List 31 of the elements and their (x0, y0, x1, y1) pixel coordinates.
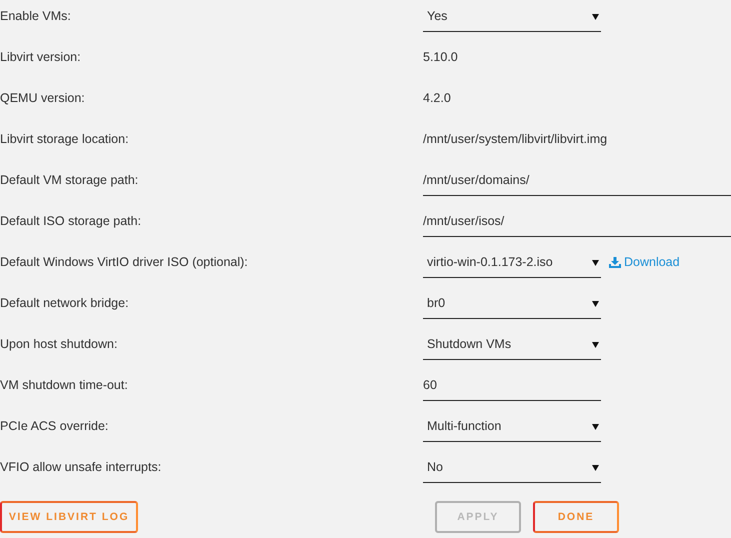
setting-label: Enable VMs: (0, 8, 72, 26)
setting-value: /mnt/user/system/libvirt/libvirt.img (423, 131, 608, 148)
setting-label: VM shutdown time-out: (0, 377, 129, 394)
setting-label: Default VM storage path: (0, 172, 140, 190)
dropdown[interactable]: Shutdown VMs (423, 330, 601, 360)
setting-label: Default ISO storage path: (0, 213, 142, 230)
setting-label: Upon host shutdown: (0, 336, 118, 354)
caret-icon (592, 258, 599, 266)
dropdown[interactable]: Yes (423, 2, 601, 32)
input-field[interactable]: /mnt/user/domains/ (423, 166, 731, 196)
setting-label: Libvirt version: (0, 49, 82, 66)
caret-icon (592, 12, 599, 20)
setting-label: Default Windows VirtIO driver ISO (optional): (0, 254, 249, 272)
setting-label: Default network bridge: (0, 295, 130, 312)
input-field[interactable]: 60 (423, 370, 601, 400)
dropdown[interactable]: br0 (423, 288, 601, 318)
caret-icon (592, 340, 599, 348)
caret-icon (592, 422, 599, 430)
caret-icon (592, 300, 599, 306)
dropdown[interactable]: No (423, 452, 601, 482)
dropdown[interactable]: Multi-function (423, 412, 601, 442)
download-icon (609, 257, 621, 268)
dropdown[interactable]: virtio-win-0.1.173-2.iso (423, 248, 601, 278)
setting-label: Libvirt storage location: (0, 131, 130, 148)
setting-label: QEMU version: (0, 90, 86, 108)
setting-label: PCIe ACS override: (0, 418, 110, 436)
setting-value: 4.2.0 (423, 90, 451, 108)
caret-icon (592, 464, 599, 470)
input-field[interactable]: /mnt/user/isos/ (423, 206, 731, 236)
setting-label: VFIO allow unsafe interrupts: (0, 459, 162, 476)
setting-value: 5.10.0 (423, 49, 458, 66)
